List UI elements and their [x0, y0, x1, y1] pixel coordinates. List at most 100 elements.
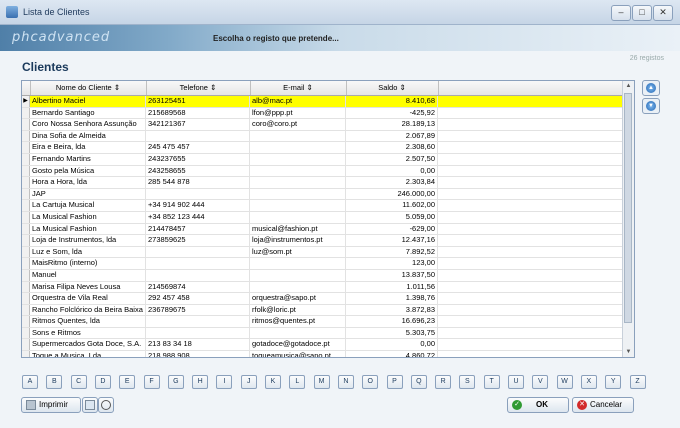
vertical-scrollbar[interactable]: ▲ ▼	[622, 81, 634, 357]
table-row[interactable]: Eira e Beira, lda 245 475 457 2.308,60	[22, 142, 622, 154]
cell-balance: 13.837,50	[346, 269, 438, 281]
cell-phone: 213 83 34 18	[146, 339, 250, 351]
scroll-top-button[interactable]: ▲	[642, 80, 660, 96]
letter-filter-d[interactable]: D	[94, 375, 111, 389]
letter-filter-e[interactable]: E	[119, 375, 136, 389]
letter-filter-x[interactable]: X	[580, 375, 597, 389]
cell-balance: -629,00	[346, 223, 438, 235]
table-row[interactable]: Loja de Instrumentos, lda 273859625 loja@i…	[22, 235, 622, 247]
table-row[interactable]: Gosto pela Música 243258655 0,00	[22, 165, 622, 178]
export-button[interactable]	[82, 397, 98, 413]
scroll-up-icon[interactable]: ▲	[623, 81, 634, 91]
cell-phone: 263125451	[146, 96, 250, 107]
table-row[interactable]: La Musical Fashion 214478457 musical@fashi…	[22, 223, 622, 236]
letter-filter-b[interactable]: B	[46, 375, 63, 389]
table-row[interactable]: ▶ Albertino Maciel 263125451 alb@mac.pt 8.41…	[22, 96, 622, 108]
letter-filter-s[interactable]: S	[459, 375, 476, 389]
cell-balance: 246.000,00	[346, 188, 438, 200]
table-row[interactable]: Supermercados Gota Doce, S.A. 213 83 34 1…	[22, 339, 622, 352]
table-row[interactable]: MaisRitmo (interno) 123,00	[22, 258, 622, 270]
letter-filter-y[interactable]: Y	[605, 375, 622, 389]
letter-filter-g[interactable]: G	[167, 375, 184, 389]
cell-name: Ritmos Quentes, lda	[30, 316, 146, 327]
letter-filter-v[interactable]: V	[532, 375, 549, 389]
cell-phone	[146, 316, 250, 327]
cell-name: La Musical Fashion	[30, 223, 146, 235]
alphabet-filter: ABCDEFGHIJKLMNOPQRSTUVWXYZ	[22, 375, 646, 389]
scrollbar-thumb[interactable]	[624, 93, 632, 323]
table-row[interactable]: La Cartuja Musical +34 914 902 444 11.602,…	[22, 200, 622, 212]
cell-name: Fernando Martins	[30, 153, 146, 165]
letter-filter-z[interactable]: Z	[629, 375, 646, 389]
table-row[interactable]: Fernando Martins 243237655 2.507,50	[22, 153, 622, 166]
cell-email: alb@mac.pt	[250, 96, 346, 107]
table-row[interactable]: Luz e Som, lda luz@som.pt 7.892,52	[22, 246, 622, 259]
letter-filter-h[interactable]: H	[192, 375, 209, 389]
letter-filter-c[interactable]: C	[70, 375, 87, 389]
letter-filter-o[interactable]: O	[362, 375, 379, 389]
scroll-down-icon[interactable]: ▼	[623, 347, 634, 357]
cell-name: Eira e Beira, lda	[30, 142, 146, 153]
column-header-phone[interactable]: Telefone ⇕	[146, 81, 251, 95]
column-header-name[interactable]: Nome do Cliente ⇕	[30, 81, 147, 95]
letter-filter-m[interactable]: M	[313, 375, 330, 389]
letter-filter-f[interactable]: F	[143, 375, 160, 389]
cell-balance: 16.696,23	[346, 316, 438, 327]
letter-filter-w[interactable]: W	[556, 375, 573, 389]
letter-filter-l[interactable]: L	[289, 375, 306, 389]
table-row[interactable]: Coro Nossa Senhora Assunção 342121367 coro…	[22, 119, 622, 131]
row-indicator	[22, 293, 30, 304]
cell-email	[250, 188, 346, 200]
letter-filter-q[interactable]: Q	[410, 375, 427, 389]
column-header-email[interactable]: E-mail ⇕	[250, 81, 347, 95]
preview-button[interactable]	[98, 397, 114, 413]
table-row[interactable]: Manuel 13.837,50	[22, 269, 622, 282]
table-row[interactable]: Orquestra de Vila Real 292 457 458 orquest…	[22, 293, 622, 305]
cancel-button[interactable]: ✕ Cancelar	[572, 397, 634, 413]
letter-filter-i[interactable]: I	[216, 375, 233, 389]
table-row[interactable]: Rancho Folclórico da Beira Baixa 23678967…	[22, 304, 622, 317]
table-row[interactable]: Ritmos Quentes, lda ritmos@quentes.pt 16.6…	[22, 316, 622, 328]
column-header-balance[interactable]: Saldo ⇕	[346, 81, 439, 95]
letter-filter-u[interactable]: U	[508, 375, 524, 389]
page-title: Clientes	[22, 60, 69, 74]
cell-email	[250, 281, 346, 293]
minimize-button[interactable]: –	[611, 5, 631, 21]
table-row[interactable]: JAP 246.000,00	[22, 188, 622, 201]
letter-filter-t[interactable]: T	[483, 375, 500, 389]
cell-email: coro@coro.pt	[250, 119, 346, 130]
cell-phone: 214478457	[146, 223, 250, 235]
table-row[interactable]: Toque a Musica, Lda. 218 988 908 toqueamus…	[22, 351, 622, 357]
letter-filter-a[interactable]: A	[22, 375, 38, 389]
maximize-button[interactable]: □	[632, 5, 652, 21]
sort-icon: ⇕	[399, 83, 406, 92]
cell-phone: 285 544 878	[146, 177, 250, 188]
sort-icon: ⇕	[210, 83, 217, 92]
cell-name: Supermercados Gota Doce, S.A.	[30, 339, 146, 351]
letter-filter-j[interactable]: J	[240, 375, 257, 389]
row-indicator	[22, 339, 30, 351]
ok-button[interactable]: ✓ OK	[507, 397, 569, 413]
table-row[interactable]: La Musical Fashion +34 852 123 444 5.059,0…	[22, 211, 622, 224]
row-indicator	[22, 211, 30, 223]
table-row[interactable]: Bernardo Santiago 215689568 lfon@ppp.pt -42…	[22, 107, 622, 120]
close-button[interactable]: ✕	[653, 5, 673, 21]
table-row[interactable]: Hora a Hora, lda 285 544 878 2.303,84	[22, 177, 622, 189]
table-row[interactable]: Marisa Filipa Neves Lousa 214569874 1.011,…	[22, 281, 622, 294]
cell-balance: 4.860,72	[346, 351, 438, 357]
cell-name: Luz e Som, lda	[30, 246, 146, 258]
grid-rows: ▶ Albertino Maciel 263125451 alb@mac.pt 8.41…	[22, 96, 622, 357]
table-row[interactable]: Sons e Ritmos 5.303,75	[22, 327, 622, 340]
row-indicator	[22, 316, 30, 327]
clients-grid[interactable]: Nome do Cliente ⇕ Telefone ⇕ E-mail ⇕ Sa…	[21, 80, 635, 358]
letter-filter-k[interactable]: K	[265, 375, 281, 389]
letter-filter-p[interactable]: P	[386, 375, 403, 389]
check-icon: ✓	[512, 400, 522, 410]
letter-filter-r[interactable]: R	[435, 375, 452, 389]
scroll-bottom-button[interactable]: ▼	[642, 98, 660, 114]
print-button[interactable]: Imprimir	[21, 397, 81, 413]
cell-email	[250, 142, 346, 153]
letter-filter-n[interactable]: N	[337, 375, 354, 389]
row-indicator	[22, 246, 30, 258]
table-row[interactable]: Dina Sofia de Almeida 2.067,89	[22, 130, 622, 143]
